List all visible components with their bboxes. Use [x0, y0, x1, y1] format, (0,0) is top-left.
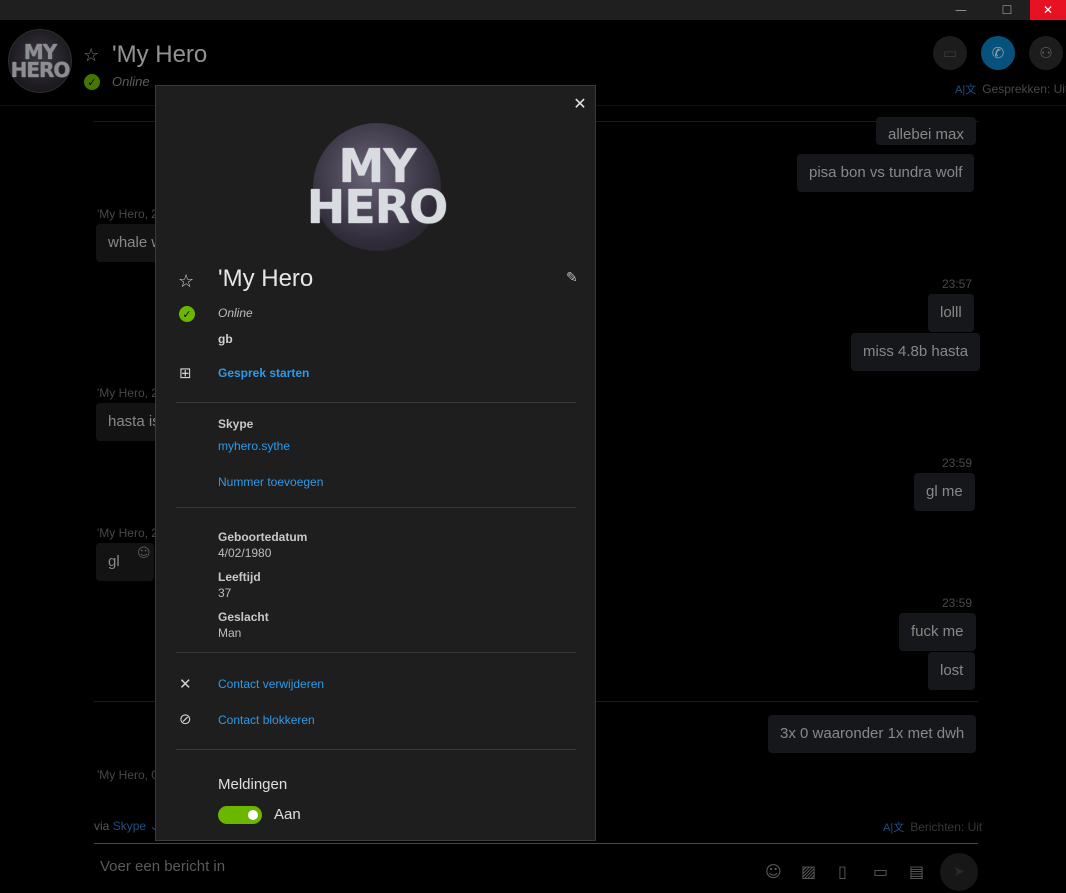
profile-status: Online [218, 306, 253, 320]
divider [176, 749, 576, 750]
maximize-button[interactable]: ☐ [984, 0, 1030, 20]
block-contact-link[interactable]: Contact blokkeren [218, 713, 315, 727]
profile-panel: ✕ MY HERO ☆ 'My Hero ✎ ✓ Online gb ⊞ Ges… [155, 85, 596, 841]
skype-id-link[interactable]: myhero.sythe [218, 439, 290, 453]
favorite-star-icon[interactable]: ☆ [178, 271, 194, 292]
birthday-label: Geboortedatum [218, 530, 308, 544]
profile-mood-message: gb [218, 332, 233, 346]
divider [176, 507, 576, 508]
avatar-logo-line: HERO [306, 180, 448, 234]
title-bar: — ☐ ✕ [0, 0, 1066, 20]
remove-icon: ✕ [179, 675, 192, 693]
divider [176, 402, 576, 403]
notifications-state: Aan [274, 806, 301, 823]
add-number-link[interactable]: Nummer toevoegen [218, 475, 323, 489]
profile-name: 'My Hero [218, 265, 314, 292]
start-chat-link[interactable]: Gesprek starten [218, 366, 309, 380]
close-window-button[interactable]: ✕ [1030, 0, 1066, 20]
notifications-toggle[interactable] [218, 806, 262, 824]
age-label: Leeftijd [218, 570, 261, 584]
notifications-label: Meldingen [218, 776, 288, 793]
close-icon[interactable]: ✕ [570, 93, 590, 113]
gender-value: Man [218, 626, 242, 640]
block-icon: ⊘ [179, 710, 192, 728]
toggle-knob [248, 810, 258, 820]
birthday-value: 4/02/1980 [218, 546, 272, 560]
divider [176, 652, 576, 653]
online-check-icon: ✓ [179, 306, 195, 322]
start-chat-icon: ⊞ [179, 364, 192, 382]
age-value: 37 [218, 586, 232, 600]
minimize-button[interactable]: — [938, 0, 984, 20]
edit-pencil-icon[interactable]: ✎ [566, 270, 578, 286]
remove-contact-link[interactable]: Contact verwijderen [218, 677, 324, 691]
gender-label: Geslacht [218, 610, 269, 624]
profile-avatar: MY HERO [307, 123, 448, 251]
skype-label: Skype [218, 417, 254, 431]
